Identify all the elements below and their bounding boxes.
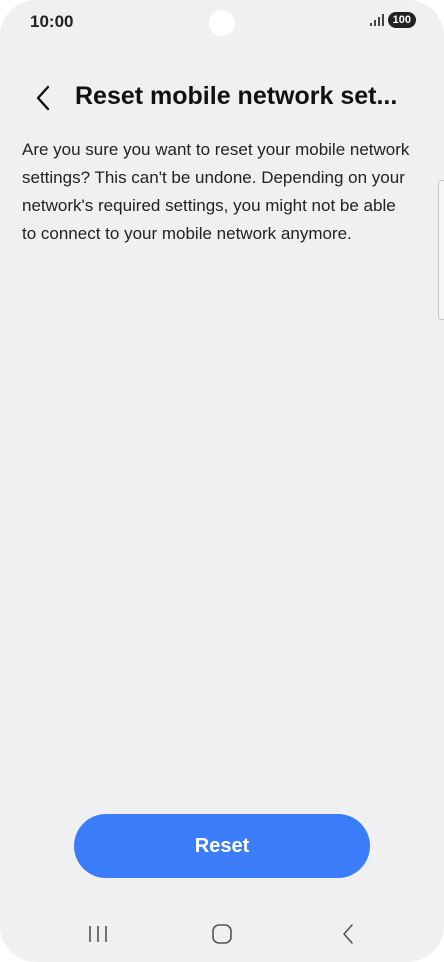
home-icon — [212, 924, 232, 944]
chevron-left-icon — [36, 85, 50, 111]
header: Reset mobile network set... — [0, 78, 444, 118]
back-button[interactable] — [28, 82, 58, 114]
back-icon — [343, 924, 353, 944]
status-time: 10:00 — [30, 12, 74, 31]
battery-badge: 100 — [387, 12, 416, 28]
signal-icon — [369, 14, 384, 26]
recents-icon — [89, 926, 107, 942]
page-title: Reset mobile network set... — [75, 82, 398, 110]
nav-back-button[interactable] — [328, 920, 368, 948]
phone-screen: 10:00 100 Reset mobile network set... Ar… — [0, 0, 444, 962]
home-button[interactable] — [202, 920, 242, 948]
status-indicators: 100 — [369, 12, 416, 28]
status-bar: 10:00 100 — [0, 0, 444, 46]
camera-cutout — [209, 10, 235, 36]
scroll-indicator[interactable] — [438, 180, 444, 320]
reset-warning-text: Are you sure you want to reset your mobi… — [22, 140, 410, 243]
reset-button[interactable]: Reset — [74, 814, 370, 878]
recents-button[interactable] — [78, 920, 118, 948]
navigation-bar — [0, 912, 444, 956]
